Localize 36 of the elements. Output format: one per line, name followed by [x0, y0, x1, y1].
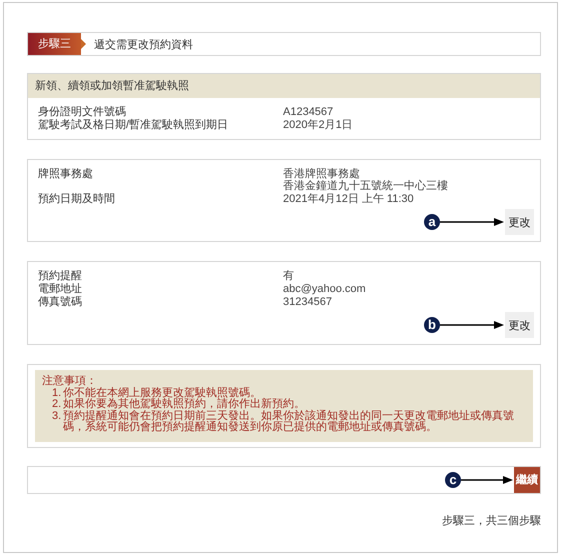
arrow-icon	[440, 217, 504, 227]
field-value: 2020年2月1日	[283, 119, 354, 131]
note-text: 預約提醒通知會在預約日期前三天發出。如果你於該通知發出的同一天更改電郵地址或傳真號碼，系統可能仍會把預約提醒通知發送到你原已提供的電郵地址或傳真號碼。	[63, 410, 515, 434]
callout-badge: a	[424, 214, 440, 230]
field-value: A1234567	[283, 106, 334, 118]
step-count: 步驟三，共三個步驟	[442, 514, 541, 528]
field-value: 2021年4月12日 上午 11:30	[283, 193, 415, 205]
field-value: 香港牌照事務處	[283, 168, 361, 180]
field-value: 香港金鐘道九十五號統一中心三樓	[283, 180, 449, 192]
step-title: 遞交需更改預約資料	[94, 38, 193, 52]
note-number: 3.	[52, 410, 62, 424]
continue-button[interactable]: 繼續	[514, 466, 540, 492]
callout-badge: c	[445, 472, 461, 488]
chevron-icon	[81, 39, 86, 49]
field-label: 牌照事務處	[38, 168, 94, 182]
field-label: 電郵地址	[38, 283, 83, 295]
field-value: 有	[283, 270, 295, 282]
field-label: 預約提醒	[38, 270, 83, 282]
note-number: 1.	[52, 388, 62, 399]
note-text: 如果你要為其他駕駛執照預約，請你作出新預約。	[63, 399, 305, 410]
section-header: 新領、續領或加領暫准駕駛執照	[28, 74, 540, 98]
arrow-icon	[440, 320, 504, 330]
notes-title: 注意事項：	[42, 376, 98, 387]
field-label: 駕駛考試及格日期/暫准駕駛執照到期日	[38, 119, 230, 131]
arrow-icon	[461, 474, 513, 484]
field-value: 31234567	[283, 296, 333, 308]
step-badge: 步驟三	[28, 33, 81, 55]
change-button[interactable]: 更改	[505, 312, 534, 338]
change-button[interactable]: 更改	[505, 209, 534, 235]
note-text: 你不能在本網上服務更改駕駛執照號碼。	[63, 388, 261, 398]
field-label: 預約日期及時間	[38, 193, 116, 205]
field-value: abc@yahoo.com	[283, 283, 367, 295]
field-label: 傳真號碼	[38, 296, 83, 308]
field-label: 身份證明文件號碼	[38, 106, 127, 118]
note-number: 2.	[52, 399, 62, 410]
callout-badge: b	[424, 317, 440, 333]
